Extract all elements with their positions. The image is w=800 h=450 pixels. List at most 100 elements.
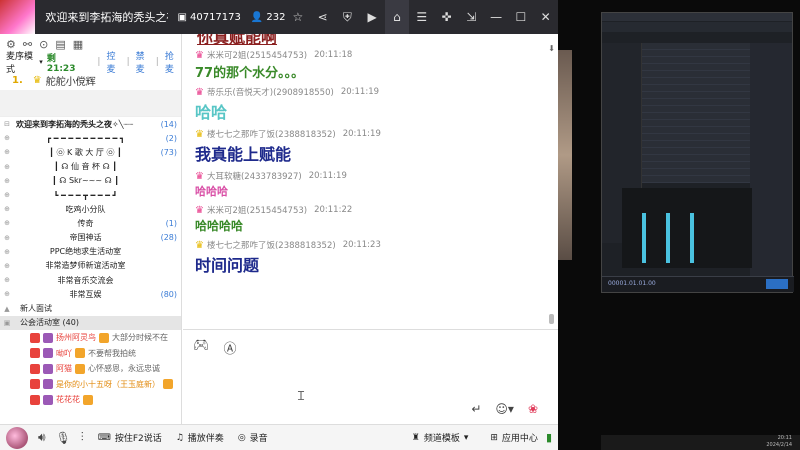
gamepad-icon[interactable]: ✜ xyxy=(434,0,459,34)
play-accompaniment-button[interactable]: ♫ 播放伴奏 xyxy=(176,431,224,445)
channel-tree: ⊟ 欢迎来到李拓海的秃头之夜✧╲┈┈ (14) ⊕ ┏ ━ ━ ━ ━ ━ ━ ━ ━ … xyxy=(0,116,181,330)
channel-item[interactable]: ⊕ ┗ ━ ━ ━ ┳ ━ ━ ━ ┛ xyxy=(0,188,181,202)
minimize-icon[interactable]: — xyxy=(484,0,509,34)
chat-scrollbar[interactable]: ⬇ xyxy=(548,44,555,324)
ban-mic-link[interactable]: 禁麦 xyxy=(136,49,152,75)
equalizer-icon[interactable]: ⫶ xyxy=(81,430,84,445)
maximize-icon[interactable]: ☐ xyxy=(508,0,533,34)
expand-icon[interactable]: ⊕ xyxy=(0,191,14,199)
expand-icon[interactable]: ⊕ xyxy=(0,248,14,256)
sender-name[interactable]: 楼七七之那咋了饭(2388818352) xyxy=(207,239,336,251)
scroll-thumb[interactable] xyxy=(549,314,554,324)
record-button[interactable]: ◎ 录音 xyxy=(238,431,268,445)
sender-name[interactable]: 蒂乐乐(音悦天才)(2908918550) xyxy=(207,86,334,98)
background-window xyxy=(558,50,572,260)
sender-name[interactable]: 楼七七之那咋了饭(2388818352) xyxy=(207,128,336,140)
sender-name[interactable]: 大耳软糖(2433783927) xyxy=(207,170,302,182)
home-icon[interactable]: ⌂ xyxy=(384,0,410,34)
expand-icon[interactable]: ▣ xyxy=(0,319,14,327)
channel-user[interactable]: 扬州阿灵鸟 大部分时候不在 xyxy=(0,330,181,346)
expand-icon[interactable]: ⊕ xyxy=(0,290,14,298)
expand-icon[interactable]: ⊕ xyxy=(0,276,14,284)
daw-fader[interactable] xyxy=(690,213,694,263)
channel-name: 新人面试 xyxy=(20,304,52,314)
channel-item[interactable]: ⊕ 非常音乐交流会 xyxy=(0,273,181,287)
expand-icon[interactable]: ⊕ xyxy=(0,262,14,270)
apps-icon: ⊞ xyxy=(490,432,498,443)
push-to-talk-button[interactable]: ⌨ 按住F2说话 xyxy=(98,431,162,445)
divider: | xyxy=(155,57,159,67)
channel-user[interactable]: 花花花 xyxy=(0,392,181,408)
expand-icon[interactable]: ⊕ xyxy=(0,148,14,156)
channel-item[interactable]: ▲ 新人面试 xyxy=(0,301,181,315)
channel-item[interactable]: ⊕ 帝国神话 (28) xyxy=(0,231,181,245)
expand-icon[interactable]: ⊕ xyxy=(0,205,14,213)
expand-icon[interactable]: ⊕ xyxy=(0,177,14,185)
microphone-icon[interactable]: 🎙︎ xyxy=(56,431,71,445)
enter-icon[interactable]: ↵ xyxy=(471,402,481,416)
daw-active-button[interactable] xyxy=(766,279,788,289)
expand-icon[interactable]: ⊕ xyxy=(0,134,14,142)
star-icon[interactable]: ☆ xyxy=(285,0,310,34)
location-icon[interactable]: ⊙ xyxy=(39,38,48,51)
channel-user[interactable]: 呦吖 不要帮我拍统 xyxy=(0,345,181,361)
scroll-down-icon[interactable]: ⬇ xyxy=(548,44,555,53)
channel-item[interactable]: ⊕ ┏ ━ ━ ━ ━ ━ ━ ━ ━ ━ ┓ (2) xyxy=(0,131,181,145)
channel-name: 公会活动室 (40) xyxy=(20,318,79,328)
daw-window[interactable]: 00001.01.01.00 xyxy=(601,12,794,293)
channel-user[interactable]: 是你的小十五呀（王玉庭新） xyxy=(0,376,181,392)
vip-badge-icon xyxy=(30,379,40,390)
shield-icon[interactable]: ⛨ xyxy=(335,0,360,34)
bottom-bar: 🔊︎ 🎙︎ ⫶ ⌨ 按住F2说话 ♫ 播放伴奏 ◎ 录音 ♜ 频道模板 ▾ ⊞ 应用中心 ▮ xyxy=(0,424,558,450)
channel-item[interactable]: ⊕ PPC绝地求生活动室 xyxy=(0,245,181,259)
share-icon[interactable]: ⋖ xyxy=(310,0,335,34)
gift-icon[interactable]: ❀ xyxy=(528,402,538,416)
channel-item[interactable]: ⊕ ┃ ☊ 仙 音 杯 ☊ ┃ xyxy=(0,160,181,174)
expand-icon[interactable]: ▲ xyxy=(0,305,14,313)
grab-mic-link[interactable]: 抢麦 xyxy=(165,49,181,75)
avatar[interactable] xyxy=(6,426,28,449)
pin-icon[interactable]: ⇲ xyxy=(459,0,484,34)
note-icon[interactable]: ▤ xyxy=(55,38,65,51)
live-icon[interactable]: ▶ xyxy=(360,0,385,34)
channel-item[interactable]: ⊟ 欢迎来到李拓海的秃头之夜✧╲┈┈ (14) xyxy=(0,117,181,131)
os-taskbar: 20:11 2024/2/14 xyxy=(601,435,800,450)
user-name: 是你的小十五呀（王玉庭新） xyxy=(56,379,160,389)
channel-item[interactable]: ⊕ ┃ ☊ Skr~~~ ☊ ┃ xyxy=(0,174,181,188)
daw-fader[interactable] xyxy=(642,213,646,263)
daw-inspector xyxy=(750,43,792,283)
app-center-button[interactable]: ⊞ 应用中心 xyxy=(490,431,538,445)
expand-icon[interactable]: ⊕ xyxy=(0,219,14,227)
control-mic-link[interactable]: 控麦 xyxy=(106,49,122,75)
grid-icon[interactable]: ▦ xyxy=(73,38,83,51)
channel-item[interactable]: ⊕ 非常互娱 (80) xyxy=(0,287,181,301)
speaker-icon[interactable]: 🔊︎ xyxy=(38,430,46,445)
user-signature: 大部分时候不在 xyxy=(112,333,168,343)
channel-template-button[interactable]: ♜ 频道模板 ▾ xyxy=(412,431,469,445)
mode-label[interactable]: 麦序模式 xyxy=(6,49,38,75)
dropdown-icon[interactable]: ▾ xyxy=(39,58,43,66)
channel-item[interactable]: ▣ 公会活动室 (40) xyxy=(0,315,181,330)
channel-item[interactable]: ⊕ 吃鸡小分队 xyxy=(0,202,181,216)
expand-icon[interactable]: ⊟ xyxy=(0,120,14,128)
daw-titlebar xyxy=(602,13,792,21)
sender-name[interactable]: 米米可2姐(2515454753) xyxy=(207,204,307,216)
channel-user[interactable]: 阿猫 心怀感恩，永远忠诚 xyxy=(0,361,181,377)
level-badge-icon xyxy=(43,348,53,359)
text-style-icon[interactable]: Ⓐ xyxy=(224,338,237,357)
channel-item[interactable]: ⊕ 非常造梦师新谊活动室 xyxy=(0,259,181,273)
emoji-icon[interactable]: ☺▾ xyxy=(495,402,514,416)
chat-input-box[interactable]: 🎮︎ Ⓐ Ｉ ↵ ☺▾ ❀ xyxy=(183,329,558,424)
chat-message-header: ♛ 米米可2姐(2515454753) 20:11:18 xyxy=(183,48,558,62)
gamepad-emoji-icon[interactable]: 🎮︎ xyxy=(193,338,210,357)
expand-icon[interactable]: ⊕ xyxy=(0,163,14,171)
channel-item[interactable]: ⊕ ┃ ㉧ K 歌 大 厅 ㉧ ┃ (73) xyxy=(0,145,181,159)
input-toolbar: 🎮︎ Ⓐ xyxy=(183,330,558,357)
expand-icon[interactable]: ⊕ xyxy=(0,234,14,242)
daw-fader[interactable] xyxy=(666,213,670,263)
user-name: 扬州阿灵鸟 xyxy=(56,333,96,343)
list-icon[interactable]: ☰ xyxy=(409,0,434,34)
close-icon[interactable]: ✕ xyxy=(533,0,558,34)
channel-item[interactable]: ⊕ 传奇 (1) xyxy=(0,216,181,230)
sender-name[interactable]: 米米可2姐(2515454753) xyxy=(207,49,307,61)
